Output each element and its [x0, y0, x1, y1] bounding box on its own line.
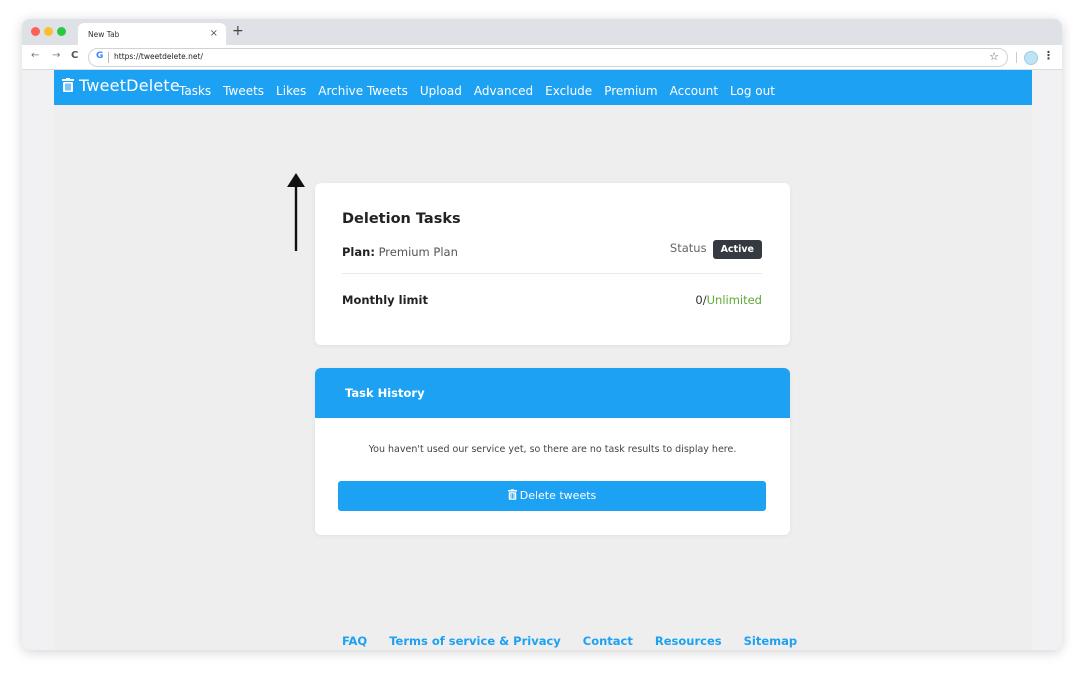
- divider: [342, 273, 762, 274]
- close-window-button[interactable]: [31, 27, 40, 36]
- site-navbar: TweetDelete Tasks Tweets Likes Archive Twee…: [54, 70, 1032, 105]
- trash-icon: [62, 78, 74, 92]
- trash-icon: [507, 489, 517, 500]
- tab-title: New Tab: [88, 30, 120, 39]
- monthly-used: 0/: [695, 293, 707, 307]
- footer-link-contact[interactable]: Contact: [583, 634, 633, 648]
- plan-row: Plan: Premium Plan Status Active: [342, 240, 762, 259]
- page-viewport: TweetDelete Tasks Tweets Likes Archive Twee…: [54, 70, 1032, 650]
- url-text[interactable]: https://tweetdelete.net/: [114, 52, 203, 61]
- delete-tweets-label: Delete tweets: [519, 489, 597, 502]
- monthly-total: Unlimited: [706, 293, 762, 307]
- browser-tab[interactable]: New Tab ×: [78, 23, 226, 45]
- tab-close-icon[interactable]: ×: [210, 28, 218, 39]
- footer-link-terms[interactable]: Terms of service & Privacy: [389, 634, 561, 648]
- deletion-tasks-title: Deletion Tasks: [342, 211, 461, 227]
- nav-premium[interactable]: Premium: [604, 84, 657, 98]
- back-button[interactable]: ←: [31, 50, 39, 62]
- arrow-up-icon: [287, 173, 305, 251]
- delete-tweets-button[interactable]: Delete tweets: [338, 481, 766, 511]
- plan-label: Plan:: [342, 245, 375, 259]
- profile-avatar[interactable]: [1024, 51, 1038, 65]
- task-history-card: Task History You haven't used our servic…: [315, 368, 790, 535]
- nav-upload[interactable]: Upload: [420, 84, 462, 98]
- address-separator: [108, 52, 109, 63]
- nav-likes[interactable]: Likes: [276, 84, 306, 98]
- monthly-limit-row: Monthly limit 0/Unlimited: [342, 293, 762, 307]
- footer-link-faq[interactable]: FAQ: [342, 634, 367, 648]
- task-history-header: Task History: [315, 368, 790, 418]
- logo-text: TweetDelete: [79, 76, 180, 95]
- nav-exclude[interactable]: Exclude: [545, 84, 592, 98]
- tab-strip: New Tab × +: [22, 19, 1062, 45]
- browser-toolbar: ← → C G https://tweetdelete.net/ ☆ ⋮: [22, 45, 1062, 70]
- nav-advanced[interactable]: Advanced: [474, 84, 533, 98]
- status-group: Status Active: [670, 240, 762, 259]
- nav-log-out[interactable]: Log out: [730, 84, 775, 98]
- empty-history-message: You haven't used our service yet, so the…: [368, 444, 737, 455]
- new-tab-button[interactable]: +: [232, 24, 244, 38]
- nav-links: Tasks Tweets Likes Archive Tweets Upload Adva…: [179, 80, 787, 99]
- nav-archive-tweets[interactable]: Archive Tweets: [318, 84, 408, 98]
- footer-link-sitemap[interactable]: Sitemap: [744, 634, 798, 648]
- monthly-limit-value: 0/Unlimited: [695, 293, 762, 307]
- maximize-window-button[interactable]: [57, 27, 66, 36]
- nav-account[interactable]: Account: [670, 84, 718, 98]
- google-icon: G: [96, 51, 104, 61]
- site-footer: FAQ Terms of service & Privacy Contact Reso…: [342, 630, 819, 649]
- toolbar-separator: [1016, 52, 1017, 63]
- nav-tasks[interactable]: Tasks: [179, 84, 211, 98]
- plan-value: Premium Plan: [378, 245, 458, 259]
- deletion-tasks-card: Deletion Tasks Plan: Premium Plan Status…: [315, 183, 790, 345]
- bookmark-star-icon[interactable]: ☆: [989, 50, 999, 63]
- nav-tweets[interactable]: Tweets: [223, 84, 264, 98]
- site-logo[interactable]: TweetDelete: [62, 76, 180, 95]
- forward-button[interactable]: →: [52, 50, 60, 62]
- reload-button[interactable]: C: [71, 50, 78, 62]
- status-badge: Active: [712, 240, 762, 259]
- browser-window: New Tab × + ← → C G https://tweetdelete.…: [22, 19, 1062, 650]
- browser-menu-icon[interactable]: ⋮: [1043, 49, 1054, 62]
- task-history-title: Task History: [345, 386, 425, 400]
- footer-link-resources[interactable]: Resources: [655, 634, 722, 648]
- status-label: Status: [669, 241, 707, 255]
- address-bar[interactable]: G https://tweetdelete.net/ ☆: [88, 48, 1008, 67]
- monthly-limit-label: Monthly limit: [342, 293, 428, 307]
- minimize-window-button[interactable]: [44, 27, 53, 36]
